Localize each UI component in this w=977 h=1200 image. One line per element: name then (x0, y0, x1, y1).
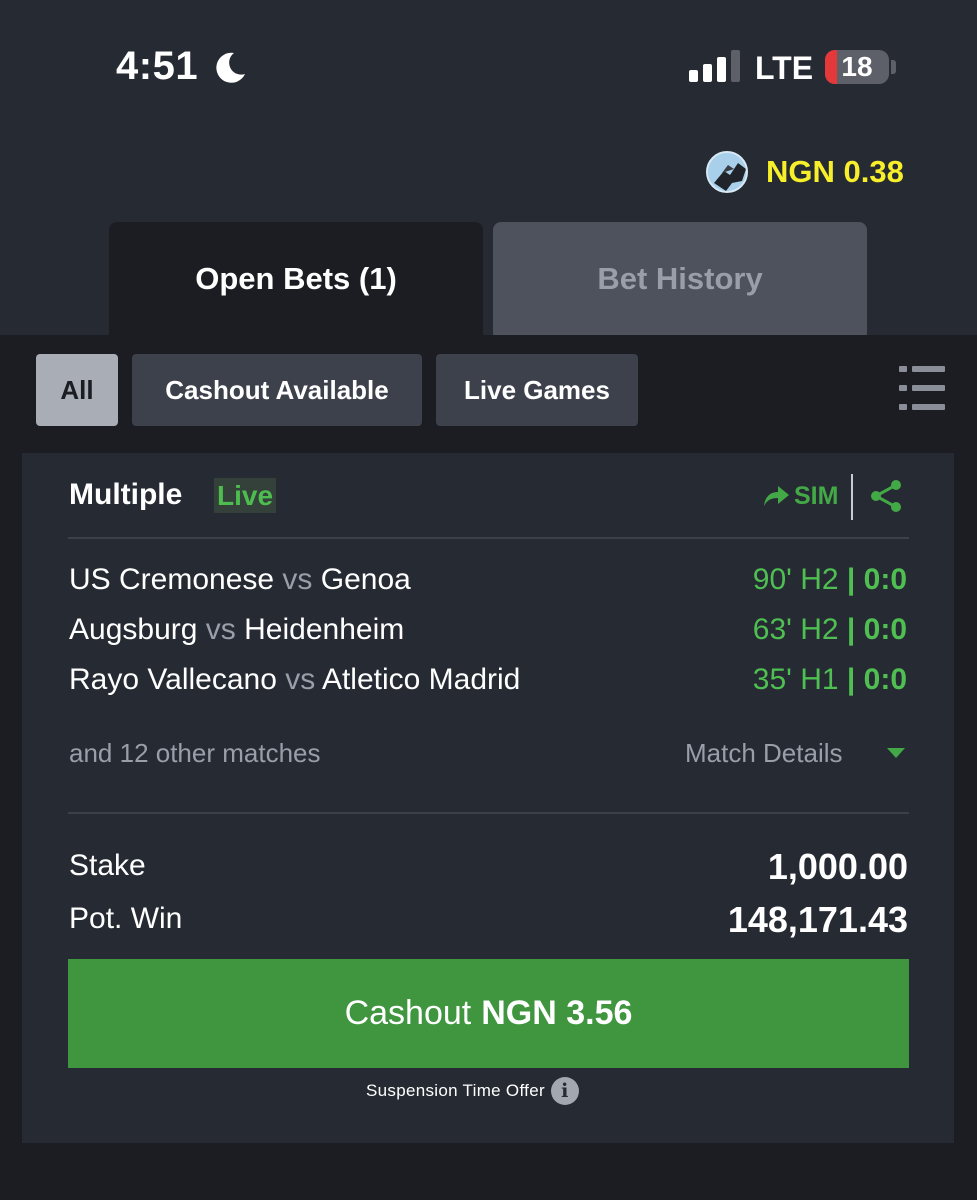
divider (68, 812, 909, 814)
match-details-link[interactable]: Match Details (685, 738, 843, 769)
sim-label: SIM (794, 481, 839, 510)
match-status: 35' H1 | 0:0 (752, 663, 907, 696)
tab-open-bets[interactable]: Open Bets (1) (109, 222, 483, 335)
status-time: 4:51 (116, 44, 199, 88)
stake-amount: 1,000.00 (767, 846, 908, 887)
sim-button[interactable]: SIM (762, 480, 838, 512)
divider (851, 474, 853, 520)
other-matches-count: and 12 other matches (69, 738, 321, 768)
avatar[interactable] (706, 151, 748, 193)
away-team: Atletico Madrid (321, 663, 521, 696)
divider (68, 537, 909, 539)
info-icon[interactable]: i (550, 1077, 579, 1105)
avatar-image (708, 153, 746, 191)
filter-all[interactable]: All (36, 354, 118, 426)
bet-type: Multiple (69, 478, 183, 511)
battery-icon: 18 (825, 50, 889, 84)
vs-label: vs (282, 563, 313, 596)
home-team: US Cremonese (69, 563, 275, 596)
suspension-note: Suspension Time Offer i (366, 1076, 579, 1106)
signal-icon (689, 50, 741, 82)
away-team: Genoa (320, 563, 411, 596)
suspension-text: Suspension Time Offer (366, 1081, 545, 1100)
tab-bet-history[interactable]: Bet History (493, 222, 867, 335)
match-status: 63' H2 | 0:0 (752, 613, 907, 646)
cashout-amount: NGN 3.56 (481, 994, 633, 1032)
match-row: Rayo Vallecano vs Atletico Madrid (69, 663, 520, 697)
home-team: Rayo Vallecano (69, 663, 277, 696)
away-team: Heidenheim (244, 613, 405, 646)
cashout-button[interactable]: Cashout NGN 3.56 (68, 959, 909, 1068)
match-status: 90' H2 | 0:0 (752, 563, 907, 596)
cashout-label: Cashout (344, 994, 472, 1032)
match-time: 63' H2 (752, 613, 839, 646)
filter-live-games[interactable]: Live Games (436, 354, 638, 426)
pot-win-amount: 148,171.43 (727, 899, 908, 940)
match-score: 0:0 (863, 563, 907, 596)
match-score: 0:0 (863, 613, 907, 646)
stake-label: Stake (69, 849, 146, 882)
account-balance[interactable]: NGN 0.38 (766, 154, 904, 190)
pot-win-label: Pot. Win (69, 902, 183, 935)
moon-icon (216, 52, 245, 83)
list-view-icon[interactable] (899, 366, 945, 410)
match-time: 35' H1 (752, 663, 839, 696)
live-badge: Live (214, 478, 277, 513)
battery-level: 18 (841, 51, 873, 82)
match-row: Augsburg vs Heidenheim (69, 613, 404, 647)
battery-tip (891, 60, 896, 74)
share-arrow-icon (764, 486, 789, 506)
filter-cashout-available[interactable]: Cashout Available (132, 354, 422, 426)
vs-label: vs (205, 613, 236, 646)
share-icon[interactable] (869, 478, 903, 514)
match-row: US Cremonese vs Genoa (69, 563, 411, 597)
network-type: LTE (755, 50, 814, 86)
match-score: 0:0 (863, 663, 907, 696)
status-bar: 4:51 LTE 18 (0, 0, 977, 130)
match-time: 90' H2 (752, 563, 839, 596)
chevron-down-icon[interactable] (887, 748, 905, 758)
vs-label: vs (285, 663, 316, 696)
home-team: Augsburg (69, 613, 198, 646)
